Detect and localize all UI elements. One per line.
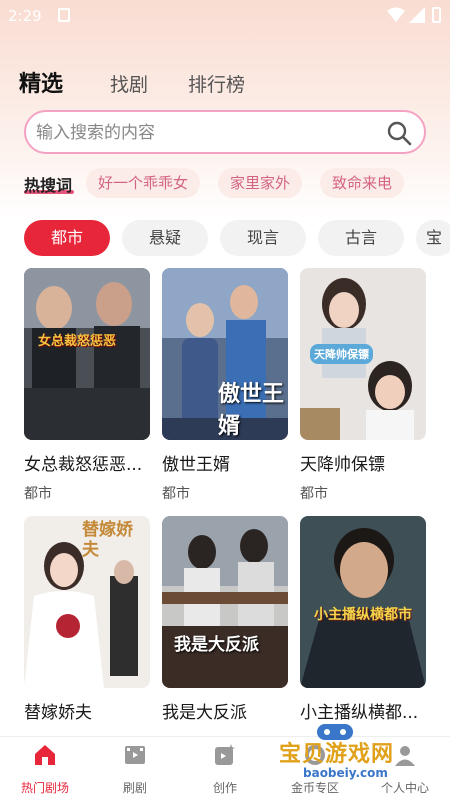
poster-title-art: 小主播纵横都市 [314,607,412,623]
tab-ranking[interactable]: 排行榜 [188,70,245,97]
drama-poster: 我是大反派 [162,516,288,688]
tab-find-drama[interactable]: 找剧 [110,70,148,97]
nav-label: 热门剧场 [20,781,69,795]
drama-poster: 天降帅保镖 [300,268,426,440]
site-watermark: 宝贝游戏网 baobeiy.com [275,720,425,800]
poster-title-art: 天降帅保镖 [310,344,373,364]
tab-featured[interactable]: 精选 [19,66,63,98]
drama-genre: 都市 [162,486,190,502]
poster-title-art: 替嫁娇夫 [82,520,133,560]
drama-title: 替嫁娇夫 [24,703,92,723]
search-bar [24,110,426,154]
nav-item-watch[interactable]: 刷剧 [90,737,180,800]
nav-item-hot-theater[interactable]: 热门剧场 [0,737,90,800]
poster-title-art: 女总裁怒惩恶 [38,334,117,349]
hot-search-label: 热搜词 [24,176,73,195]
drama-poster: 小主播纵横都市 [300,516,426,688]
drama-genre: 都市 [300,486,328,502]
watermark-text: 宝贝游戏网 [279,742,395,767]
drama-card[interactable]: 女总裁怒惩恶 女总裁怒惩恶... 都市 [24,268,150,503]
nav-item-create[interactable]: 创作 [180,737,270,800]
hot-search-chip[interactable]: 家里家外 [218,168,303,198]
top-tabs: 精选 找剧 排行榜 [0,66,450,106]
drama-card[interactable]: 傲世王婿 傲世王婿 都市 [162,268,288,503]
drama-poster: 傲世王婿 [162,268,288,440]
film-icon [125,746,145,764]
hot-search-chip[interactable]: 致命来电 [320,168,405,198]
status-bar: 2:29 [0,0,450,32]
hot-search-chip[interactable]: 好一个乖乖女 [86,168,201,198]
category-chip-urban[interactable]: 都市 [24,220,110,256]
category-chip-ancient-romance[interactable]: 古言 [318,220,404,256]
drama-card[interactable]: 我是大反派 我是大反派 [162,516,288,723]
search-input[interactable] [36,120,376,146]
drama-title: 天降帅保镖 [300,455,385,475]
drama-card[interactable]: 替嫁娇夫 替嫁娇夫 [24,516,150,723]
category-chip-suspense[interactable]: 悬疑 [122,220,208,256]
watermark-url: baobeiy.com [303,766,388,780]
nav-label: 刷剧 [122,781,147,795]
battery-icon [432,7,441,23]
drama-card[interactable]: 天降帅保镖 天降帅保镖 都市 [300,268,426,503]
nav-label: 创作 [212,781,237,795]
drama-poster: 替嫁娇夫 [24,516,150,688]
wifi-icon [387,7,405,22]
home-icon [35,745,55,765]
drama-title: 我是大反派 [162,703,247,723]
create-icon [215,744,235,765]
category-chip-partial[interactable]: 宝 [416,220,450,256]
poster-title-art: 我是大反派 [174,635,259,655]
category-chip-modern-romance[interactable]: 现言 [220,220,306,256]
drama-card[interactable]: 小主播纵横都市 小主播纵横都... [300,516,426,723]
drama-poster: 女总裁怒惩恶 [24,268,150,440]
signal-icon [409,7,425,23]
drama-title: 傲世王婿 [162,455,230,475]
search-icon[interactable] [386,120,412,146]
drama-genre: 都市 [24,486,52,502]
status-time: 2:29 [8,7,42,25]
category-filter-row: 都市 悬疑 现言 古言 宝 [0,220,450,256]
poster-title-art: 傲世王婿 [218,382,285,439]
notification-icon [58,8,70,22]
drama-title: 女总裁怒惩恶... [24,455,143,475]
